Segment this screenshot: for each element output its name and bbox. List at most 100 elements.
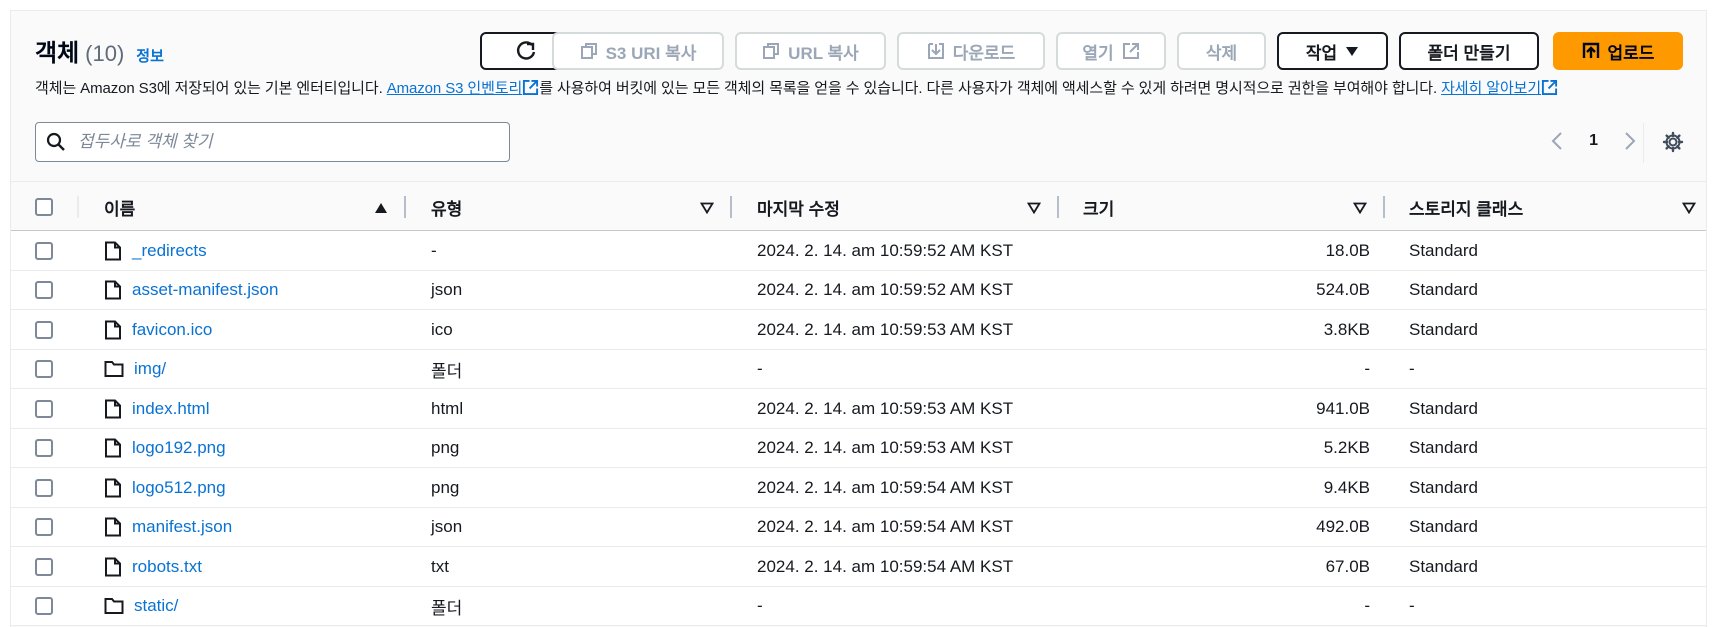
column-header-last-modified[interactable]: 마지막 수정 <box>757 182 840 232</box>
object-size: 18.0B <box>1325 240 1370 260</box>
column-header-type[interactable]: 유형 <box>431 182 462 232</box>
object-last-modified: 2024. 2. 14. am 10:59:54 AM KST <box>757 517 1014 536</box>
sort-icon[interactable] <box>1682 202 1696 214</box>
table-row[interactable]: logo192.png png 2024. 2. 14. am 10:59:53… <box>11 428 1706 468</box>
object-name-cell: logo512.png <box>104 468 226 507</box>
object-last-modified: 2024. 2. 14. am 10:59:54 AM KST <box>757 556 1014 576</box>
info-link[interactable]: 정보 <box>136 45 164 66</box>
table-row[interactable]: robots.txt txt 2024. 2. 14. am 10:59:54 … <box>11 547 1706 587</box>
select-all-checkbox[interactable] <box>35 198 53 216</box>
object-storage-class: Standard <box>1409 517 1478 536</box>
table-row[interactable]: img/ 폴더 - - - <box>11 349 1706 389</box>
object-name-link[interactable]: static/ <box>134 596 178 616</box>
object-name-cell: logo192.png <box>104 429 226 468</box>
object-name-link[interactable]: asset-manifest.json <box>132 280 278 300</box>
table-header: 이름 유형 마지막 수정 크기 스토리지 클래스 <box>11 181 1706 231</box>
object-storage-class: Standard <box>1409 240 1478 260</box>
column-size-label: 크기 <box>1083 199 1115 219</box>
object-name-link[interactable]: img/ <box>134 359 166 379</box>
column-name-label: 이름 <box>104 199 136 219</box>
table-row[interactable]: _redirects - 2024. 2. 14. am 10:59:52 AM… <box>11 231 1706 271</box>
table-row[interactable]: manifest.json json 2024. 2. 14. am 10:59… <box>11 507 1706 547</box>
column-divider <box>1057 196 1059 218</box>
object-name-cell: _redirects <box>104 231 207 270</box>
row-checkbox[interactable] <box>35 518 53 536</box>
row-select-cell <box>35 468 53 507</box>
inventory-link[interactable]: Amazon S3 인벤토리 <box>387 80 523 97</box>
objects-table-body: _redirects - 2024. 2. 14. am 10:59:52 AM… <box>11 231 1706 626</box>
object-last-modified: 2024. 2. 14. am 10:59:53 AM KST <box>757 398 1014 418</box>
object-storage-class: Standard <box>1409 556 1478 576</box>
file-icon <box>105 280 121 300</box>
open-button[interactable]: 열기 <box>1056 32 1166 70</box>
object-name-cell: robots.txt <box>104 547 202 586</box>
object-name-link[interactable]: logo512.png <box>132 478 226 498</box>
row-checkbox[interactable] <box>35 241 53 260</box>
sort-icon[interactable] <box>1027 202 1041 214</box>
object-size: - <box>1364 359 1370 378</box>
object-last-modified: 2024. 2. 14. am 10:59:53 AM KST <box>757 438 1014 457</box>
object-size: 67.0B <box>1325 556 1370 576</box>
column-divider <box>1383 196 1385 218</box>
object-type: ico <box>431 319 453 339</box>
actions-dropdown[interactable]: 작업 <box>1277 32 1388 70</box>
object-name-link[interactable]: favicon.ico <box>132 320 212 340</box>
column-header-size[interactable]: 크기 <box>1083 182 1114 232</box>
table-row[interactable]: static/ 폴더 - - - <box>11 586 1706 626</box>
object-storage-class: Standard <box>1409 477 1478 497</box>
object-storage-class: - <box>1409 359 1415 378</box>
learn-more-link[interactable]: 자세히 알아보기 <box>1441 80 1541 97</box>
copy-url-button[interactable]: URL 복사 <box>735 32 886 70</box>
objects-panel: 객체 (10) 정보 S3 URI 복사 URL 복사 다운로드 열기 삭제 작… <box>10 10 1707 627</box>
copy-icon <box>763 43 780 59</box>
row-checkbox[interactable] <box>35 399 53 418</box>
copy-s3-uri-button[interactable]: S3 URI 복사 <box>552 32 724 70</box>
column-last-modified-label: 마지막 수정 <box>757 199 840 219</box>
row-select-cell <box>35 429 53 468</box>
chevron-left-icon[interactable] <box>1551 131 1563 151</box>
row-select-cell <box>35 547 53 586</box>
object-name-link[interactable]: index.html <box>132 399 209 419</box>
sort-ascending-icon[interactable] <box>374 202 388 214</box>
search-input[interactable] <box>78 132 478 152</box>
row-checkbox[interactable] <box>35 557 53 576</box>
download-button[interactable]: 다운로드 <box>897 32 1045 70</box>
table-row[interactable]: asset-manifest.json json 2024. 2. 14. am… <box>11 270 1706 310</box>
copy-icon <box>580 43 597 59</box>
row-checkbox[interactable] <box>35 478 53 497</box>
row-checkbox[interactable] <box>35 360 53 378</box>
column-header-name[interactable]: 이름 <box>104 182 135 232</box>
object-last-modified: 2024. 2. 14. am 10:59:54 AM KST <box>757 477 1014 497</box>
row-select-cell <box>35 587 53 626</box>
create-folder-button[interactable]: 폴더 만들기 <box>1399 32 1539 70</box>
row-checkbox[interactable] <box>35 439 53 457</box>
row-select-cell <box>35 508 53 547</box>
upload-button[interactable]: 업로드 <box>1553 32 1683 70</box>
object-type: png <box>431 438 460 457</box>
column-storage-class-label: 스토리지 클래스 <box>1409 199 1524 219</box>
copy-url-label: URL 복사 <box>788 43 859 63</box>
row-select-cell <box>35 231 53 270</box>
objects-header: 객체 (10) 정보 S3 URI 복사 URL 복사 다운로드 열기 삭제 작… <box>11 11 1706 181</box>
row-checkbox[interactable] <box>35 281 53 299</box>
sort-icon[interactable] <box>700 202 714 214</box>
object-name-link[interactable]: _redirects <box>132 241 207 261</box>
object-name-link[interactable]: robots.txt <box>132 557 202 577</box>
column-divider <box>77 196 79 218</box>
object-size: 9.4KB <box>1323 477 1370 497</box>
object-name-link[interactable]: manifest.json <box>132 517 232 537</box>
row-checkbox[interactable] <box>35 597 53 615</box>
table-row[interactable]: index.html html 2024. 2. 14. am 10:59:53… <box>11 389 1706 429</box>
delete-button[interactable]: 삭제 <box>1177 32 1266 70</box>
column-header-storage-class[interactable]: 스토리지 클래스 <box>1409 182 1523 232</box>
object-name-link[interactable]: logo192.png <box>132 438 226 458</box>
sort-icon[interactable] <box>1353 202 1367 214</box>
description-text-2: 를 사용하여 버킷에 있는 모든 객체의 목록을 얻을 수 있습니다. 다른 사… <box>539 80 1442 97</box>
table-row[interactable]: logo512.png png 2024. 2. 14. am 10:59:54… <box>11 468 1706 508</box>
gear-icon[interactable] <box>1662 131 1684 153</box>
object-type: 폴더 <box>431 598 463 618</box>
table-row[interactable]: favicon.ico ico 2024. 2. 14. am 10:59:53… <box>11 310 1706 350</box>
page-number[interactable]: 1 <box>1589 132 1598 150</box>
row-checkbox[interactable] <box>35 320 53 339</box>
chevron-right-icon[interactable] <box>1624 131 1636 151</box>
